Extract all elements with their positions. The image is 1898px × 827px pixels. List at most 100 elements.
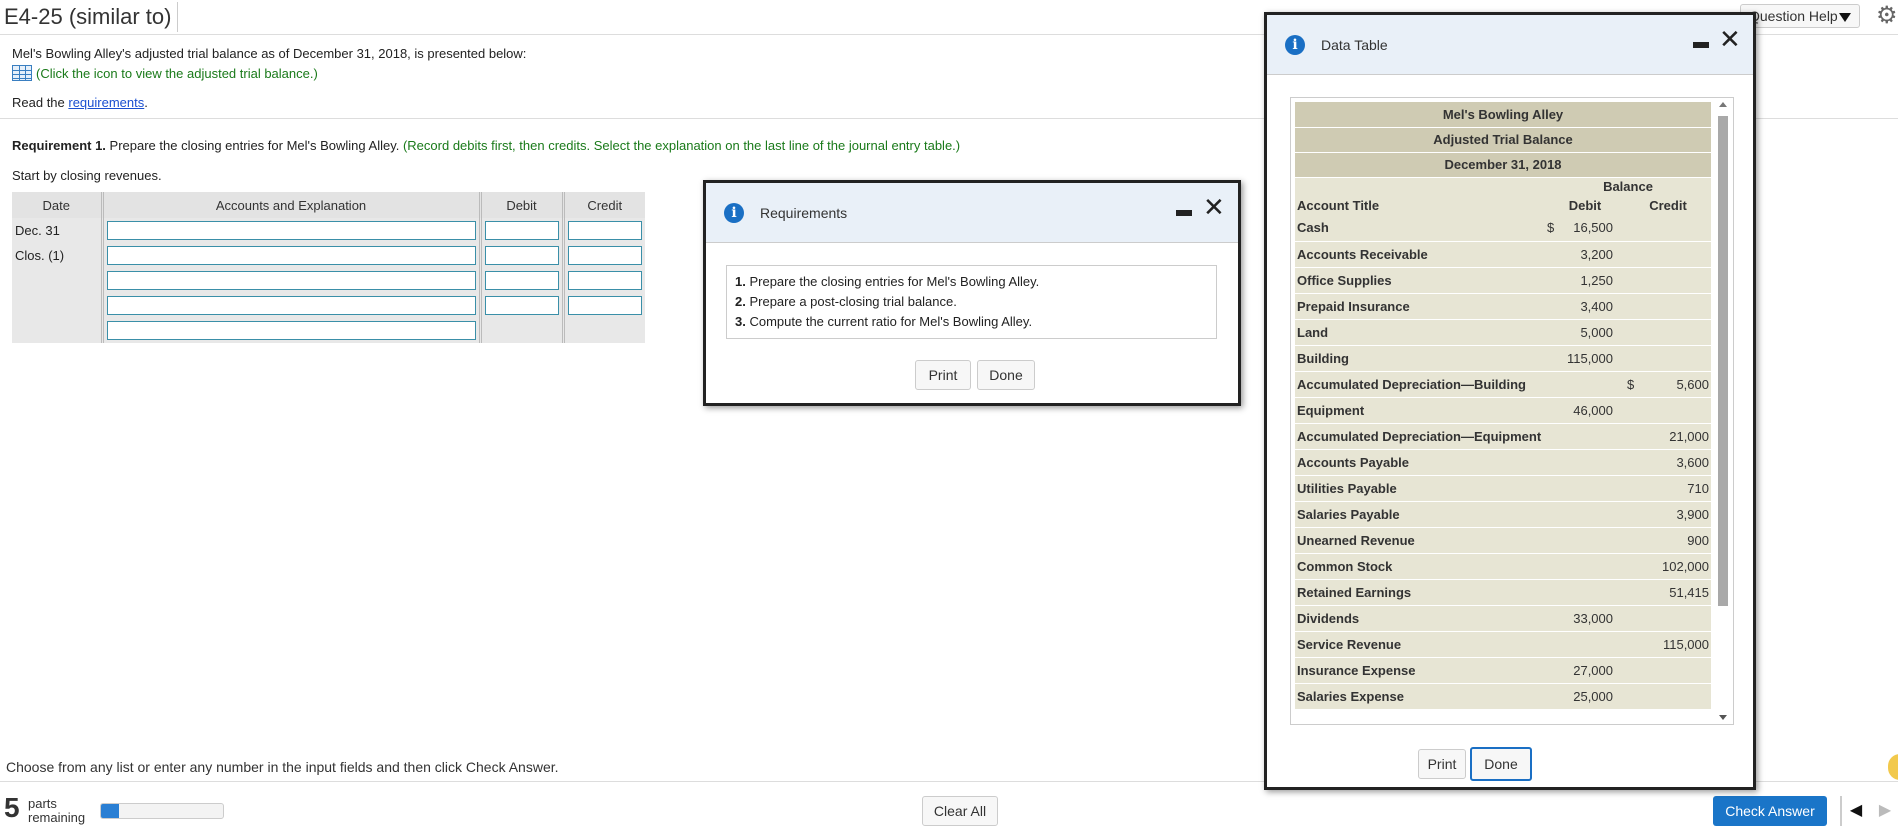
close-icon[interactable]: ✕: [1203, 194, 1225, 220]
dialog-header: i Requirements ✕: [706, 183, 1238, 243]
table-header-row: Balance: [1295, 177, 1711, 196]
col-header-credit: Credit: [1625, 196, 1711, 215]
account-title: Salaries Expense: [1295, 683, 1545, 710]
report-date: December 31, 2018: [1295, 152, 1711, 178]
table-row: [12, 318, 645, 343]
requirement-note: (Record debits first, then credits. Sele…: [402, 138, 961, 153]
credit-amount: 3,900: [1625, 501, 1711, 528]
credit-input[interactable]: [567, 296, 642, 315]
table-row: Salaries Expense 25,000: [1295, 683, 1711, 710]
print-button[interactable]: Print: [915, 360, 971, 390]
table-row: [12, 268, 645, 293]
table-row: Accounts Receivable 3,200: [1295, 241, 1711, 268]
credit-amount: 900: [1625, 527, 1711, 554]
credit-amount: [1625, 397, 1711, 424]
list-item: 2. Prepare a post-closing trial balance.: [735, 294, 957, 309]
data-table-frame: Mel's Bowling Alley Adjusted Trial Balan…: [1290, 97, 1734, 725]
explanation-input[interactable]: [106, 321, 476, 340]
credit-input[interactable]: [567, 271, 642, 290]
debit-amount: [1545, 631, 1625, 658]
account-input[interactable]: [106, 296, 476, 315]
credit-amount: [1625, 319, 1711, 346]
table-header-row: December 31, 2018: [1295, 152, 1711, 178]
table-row: Office Supplies 1,250: [1295, 267, 1711, 294]
table-header-row: Mel's Bowling Alley: [1295, 102, 1711, 128]
minimize-icon[interactable]: [1693, 42, 1709, 48]
table-row: Accumulated Depreciation—Building $5,600: [1295, 371, 1711, 398]
scrollbar-thumb[interactable]: [1718, 116, 1728, 606]
requirements-link[interactable]: requirements: [68, 95, 144, 110]
account-title: Salaries Payable: [1295, 501, 1545, 528]
account-title: Service Revenue: [1295, 631, 1545, 658]
table-row: Insurance Expense 27,000: [1295, 657, 1711, 684]
table-row: Unearned Revenue 900: [1295, 527, 1711, 554]
table-row: Equipment 46,000: [1295, 397, 1711, 424]
debit-amount: 115,000: [1545, 345, 1625, 372]
credit-amount: [1625, 657, 1711, 684]
done-button[interactable]: Done: [977, 360, 1035, 390]
credit-amount: [1625, 241, 1711, 268]
list-item: 1. Prepare the closing entries for Mel's…: [735, 274, 1040, 289]
table-row: Retained Earnings 51,415: [1295, 579, 1711, 606]
table-row: Accounts Payable 3,600: [1295, 449, 1711, 476]
table-row: Salaries Payable 3,900: [1295, 501, 1711, 528]
credit-input[interactable]: [567, 221, 642, 240]
debit-input[interactable]: [484, 296, 559, 315]
account-title: Accounts Payable: [1295, 449, 1545, 476]
gear-icon[interactable]: ⚙: [1876, 3, 1898, 29]
account-input[interactable]: [106, 221, 476, 240]
table-row: Clos. (1): [12, 243, 645, 268]
dialog-title: Data Table: [1321, 37, 1388, 53]
debit-input[interactable]: [484, 246, 559, 265]
account-title: Office Supplies: [1295, 267, 1545, 294]
debit-input[interactable]: [484, 221, 559, 240]
debit-amount: 3,400: [1545, 293, 1625, 320]
scroll-down-icon[interactable]: [1719, 715, 1727, 720]
credit-amount: 51,415: [1625, 579, 1711, 606]
account-title: Prepaid Insurance: [1295, 293, 1545, 320]
debit-amount: [1545, 423, 1625, 450]
account-title: Accumulated Depreciation—Equipment: [1295, 423, 1545, 450]
currency-sign: $: [1627, 376, 1635, 392]
previous-arrow-icon[interactable]: ◀: [1840, 796, 1870, 826]
data-table-dialog: i Data Table ✕ Mel's Bowling Alley Adjus…: [1264, 12, 1756, 790]
table-grid-icon[interactable]: [12, 65, 32, 81]
done-button[interactable]: Done: [1470, 747, 1532, 781]
debit-amount: 3,200: [1545, 241, 1625, 268]
table-header-row: Adjusted Trial Balance: [1295, 127, 1711, 153]
table-header-row: Account Title Debit Credit: [1295, 196, 1711, 215]
debit-input[interactable]: [484, 271, 559, 290]
clear-all-button[interactable]: Clear All: [922, 796, 998, 826]
data-table-link-text[interactable]: (Click the icon to view the adjusted tri…: [36, 66, 318, 81]
minimize-icon[interactable]: [1176, 210, 1192, 216]
col-header-date: Date: [12, 192, 104, 218]
adjusted-trial-balance-table: Mel's Bowling Alley Adjusted Trial Balan…: [1295, 102, 1711, 710]
hint-icon[interactable]: [1888, 754, 1898, 780]
credit-input[interactable]: [567, 246, 642, 265]
debit-amount: 27,000: [1545, 657, 1625, 684]
data-table-link[interactable]: (Click the icon to view the adjusted tri…: [12, 65, 318, 81]
account-title: Utilities Payable: [1295, 475, 1545, 502]
currency-sign: $: [1547, 220, 1555, 236]
debit-amount: $16,500: [1545, 215, 1625, 242]
account-title: Insurance Expense: [1295, 657, 1545, 684]
next-arrow-icon[interactable]: ▶: [1872, 796, 1898, 826]
close-icon[interactable]: ✕: [1719, 26, 1741, 52]
check-answer-button[interactable]: Check Answer: [1713, 796, 1827, 826]
debit-amount: [1545, 579, 1625, 606]
start-instruction: Start by closing revenues.: [12, 168, 162, 183]
credit-amount: 21,000: [1625, 423, 1711, 450]
question-help-button[interactable]: Question Help: [1740, 4, 1860, 28]
date-cell: Clos. (1): [12, 243, 104, 268]
print-button[interactable]: Print: [1418, 749, 1466, 779]
account-title: Land: [1295, 319, 1545, 346]
list-item: 3. Compute the current ratio for Mel's B…: [735, 314, 1033, 329]
scrollbar[interactable]: [1714, 102, 1730, 720]
parts-remaining-count: 5: [4, 792, 20, 823]
debit-amount: [1545, 371, 1625, 398]
account-input[interactable]: [106, 271, 476, 290]
debit-amount: 46,000: [1545, 397, 1625, 424]
account-input[interactable]: [106, 246, 476, 265]
scroll-up-icon[interactable]: [1719, 102, 1727, 107]
credit-amount: 115,000: [1625, 631, 1711, 658]
